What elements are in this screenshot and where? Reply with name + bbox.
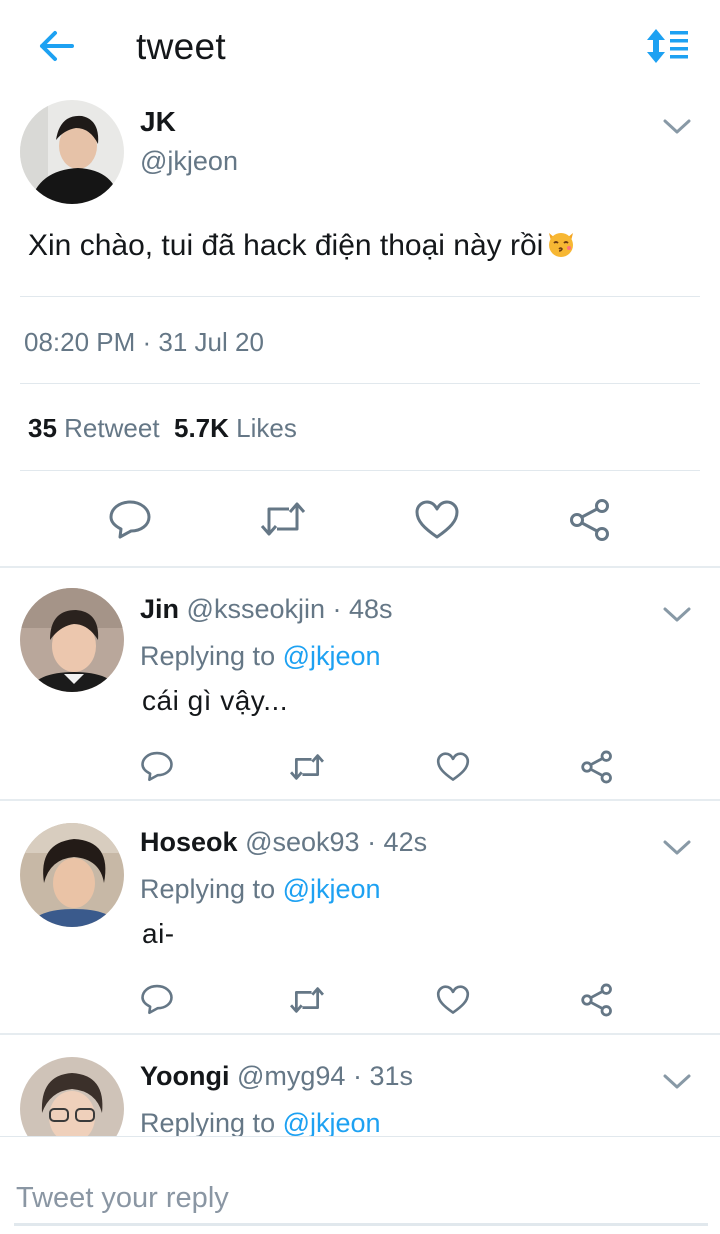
reply-item[interactable]: Jin @ksseokjin · 48s Replying to @jkjeon… — [0, 568, 720, 800]
replying-to-label: Replying to — [140, 1108, 276, 1136]
author-name[interactable]: JK — [140, 106, 176, 138]
like-icon[interactable] — [436, 985, 470, 1015]
divider — [20, 383, 700, 384]
reply-avatar[interactable] — [20, 588, 124, 692]
page-title: tweet — [136, 26, 226, 67]
reply-author-handle[interactable]: @ksseokjin — [187, 594, 325, 624]
replying-to: Replying to @jkjeon — [140, 641, 381, 672]
chevron-down-icon[interactable] — [662, 837, 692, 857]
replying-to-label: Replying to — [140, 641, 276, 671]
arrow-left-icon[interactable] — [34, 26, 78, 66]
author-handle[interactable]: @jkjeon — [140, 146, 238, 177]
likes-count[interactable]: 5.7K — [174, 413, 229, 443]
retweet-icon[interactable] — [288, 752, 326, 782]
tweet-timestamp: 08:20 PM · 31 Jul 20 — [24, 327, 264, 357]
sort-options-icon[interactable] — [645, 26, 691, 66]
tweet-body: Xin chào, tui đã hack điện thoại này rồi — [28, 229, 544, 262]
chevron-down-icon[interactable] — [662, 604, 692, 624]
reply-avatar[interactable] — [20, 823, 124, 927]
divider — [20, 296, 700, 297]
divider — [20, 470, 700, 471]
reply-text: ai- — [142, 918, 175, 949]
chevron-down-icon[interactable] — [662, 1071, 692, 1091]
kissing-cat-emoji-icon — [545, 227, 577, 259]
reply-author-handle[interactable]: @seok93 — [245, 827, 359, 857]
replying-to-label: Replying to — [140, 874, 276, 904]
share-icon[interactable] — [580, 983, 614, 1017]
reply-author-name[interactable]: Jin — [140, 594, 179, 624]
replying-to: Replying to @jkjeon — [140, 1108, 381, 1136]
like-icon[interactable] — [436, 752, 470, 782]
reply-item[interactable]: Hoseok @seok93 · 42s Replying to @jkjeon… — [0, 801, 720, 1033]
reply-icon[interactable] — [140, 750, 174, 782]
reply-time: · 42s — [367, 827, 428, 857]
mention-link[interactable]: @jkjeon — [283, 1108, 381, 1136]
reply-author-name[interactable]: Hoseok — [140, 827, 238, 857]
like-icon[interactable] — [414, 500, 460, 540]
reply-header: Yoongi @myg94 · 31s — [140, 1061, 413, 1092]
retweet-icon[interactable] — [258, 500, 308, 538]
replying-to: Replying to @jkjeon — [140, 874, 381, 905]
reply-compose-bar — [0, 1136, 720, 1234]
reply-item[interactable]: Yoongi @myg94 · 31s Replying to @jkjeon — [0, 1035, 720, 1136]
likes-label[interactable]: Likes — [236, 413, 297, 443]
tweet-stats: 35 Retweet 5.7K Likes — [28, 413, 297, 444]
chevron-down-icon[interactable] — [662, 116, 692, 136]
reply-time: · 48s — [332, 594, 393, 624]
reply-author-handle[interactable]: @myg94 — [237, 1061, 345, 1091]
reply-avatar[interactable] — [20, 1057, 124, 1136]
reply-input[interactable] — [14, 1173, 708, 1226]
author-avatar[interactable] — [20, 100, 124, 204]
retweet-icon[interactable] — [288, 985, 326, 1015]
mention-link[interactable]: @jkjeon — [283, 641, 381, 671]
retweet-label[interactable]: Retweet — [64, 413, 159, 443]
reply-icon[interactable] — [140, 983, 174, 1015]
tweet-text: Xin chào, tui đã hack điện thoại này rồi — [28, 227, 577, 263]
reply-author-name[interactable]: Yoongi — [140, 1061, 229, 1091]
reply-header: Hoseok @seok93 · 42s — [140, 827, 427, 858]
reply-header: Jin @ksseokjin · 48s — [140, 594, 393, 625]
mention-link[interactable]: @jkjeon — [283, 874, 381, 904]
share-icon[interactable] — [568, 498, 612, 542]
share-icon[interactable] — [580, 750, 614, 784]
top-bar: tweet — [0, 0, 720, 96]
reply-time: · 31s — [352, 1061, 413, 1091]
retweet-count[interactable]: 35 — [28, 413, 57, 443]
reply-icon[interactable] — [108, 498, 152, 540]
reply-text: cái gì vậy... — [142, 685, 289, 716]
